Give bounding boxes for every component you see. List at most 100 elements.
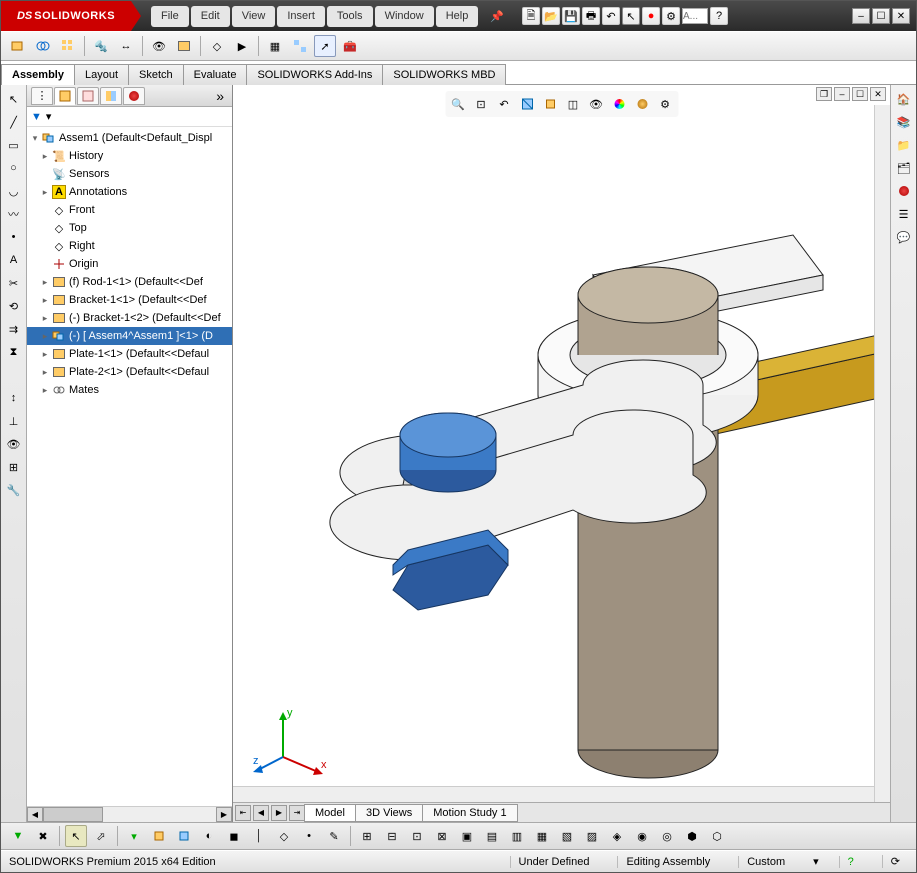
sketch-rect-icon[interactable]: ▭ <box>4 135 24 155</box>
menu-view[interactable]: View <box>232 6 276 27</box>
tree-node-annotations[interactable]: ▸AAnnotations <box>27 183 232 201</box>
menu-help[interactable]: Help <box>436 6 479 27</box>
tab-mbd[interactable]: SOLIDWORKS MBD <box>382 64 506 85</box>
filter-icon[interactable]: ▼ <box>31 111 42 123</box>
scroll-left-icon[interactable]: ◀ <box>27 807 43 822</box>
dimension-icon[interactable]: ↕ <box>4 388 24 408</box>
close-button[interactable]: ✕ <box>892 8 910 24</box>
filter-faces-icon[interactable] <box>173 825 195 847</box>
sketch-text-icon[interactable]: A <box>4 250 24 270</box>
filter-edges-icon[interactable] <box>148 825 170 847</box>
search-input[interactable] <box>682 8 708 24</box>
view-settings-icon[interactable]: ⚙ <box>655 94 675 114</box>
select-arrow-alt-icon[interactable]: ⬀ <box>90 825 112 847</box>
filter-misc6-icon[interactable]: ▤ <box>481 825 503 847</box>
save-icon[interactable]: 💾 <box>562 7 580 25</box>
tree-node-plate2[interactable]: ▸Plate-2<1> (Default<<Defaul <box>27 363 232 381</box>
tab-layout[interactable]: Layout <box>74 64 129 85</box>
status-help-icon[interactable]: ? <box>839 856 862 868</box>
view-palette-icon[interactable]: 🗂 <box>894 158 914 178</box>
resources-tab-icon[interactable]: 🏠 <box>894 89 914 109</box>
tree-node-mates[interactable]: ▸Mates <box>27 381 232 399</box>
convert-entities-icon[interactable]: ⟲ <box>4 296 24 316</box>
property-manager-tab-icon[interactable] <box>77 87 99 105</box>
reference-geometry-icon[interactable]: ◇ <box>206 35 228 57</box>
filter-misc4-icon[interactable]: ⊠ <box>431 825 453 847</box>
maximize-button[interactable]: ☐ <box>872 8 890 24</box>
section-view-icon[interactable] <box>517 94 537 114</box>
help-icon[interactable]: ? <box>710 7 728 25</box>
filter-point-icon[interactable]: • <box>298 825 320 847</box>
tree-node-top-plane[interactable]: ◇Top <box>27 219 232 237</box>
scroll-right-icon[interactable]: ▶ <box>216 807 232 822</box>
status-unit-system[interactable]: Custom <box>738 856 793 868</box>
mate-icon[interactable] <box>32 35 54 57</box>
design-library-icon[interactable]: 📚 <box>894 112 914 132</box>
view-orientation-icon[interactable] <box>540 94 560 114</box>
smart-fasteners-icon[interactable]: 🔩 <box>90 35 112 57</box>
tab-sketch[interactable]: Sketch <box>128 64 184 85</box>
filter-solid-icon[interactable]: ◼ <box>223 825 245 847</box>
filter-sketch-icon[interactable]: ✎ <box>323 825 345 847</box>
new-document-icon[interactable]: 🗎 <box>522 7 540 25</box>
file-explorer-icon[interactable]: 📁 <box>894 135 914 155</box>
menu-pin-icon[interactable]: 📌 <box>480 6 514 27</box>
tab-evaluate[interactable]: Evaluate <box>183 64 248 85</box>
filter-misc14-icon[interactable]: ⬢ <box>681 825 703 847</box>
linear-pattern-icon[interactable] <box>57 35 79 57</box>
bom-icon[interactable]: ▦ <box>264 35 286 57</box>
tree-node-subassembly[interactable]: ▸(-) [ Assem4^Assem1 ]<1> (D <box>27 327 232 345</box>
doc-tab-motion[interactable]: Motion Study 1 <box>422 804 517 822</box>
relation-icon[interactable]: ⊥ <box>4 411 24 431</box>
select-arrow-icon[interactable]: ↖ <box>65 825 87 847</box>
instant3d-icon[interactable]: ➚ <box>314 35 336 57</box>
doc-restore-icon[interactable]: ❐ <box>816 87 832 101</box>
appearances-icon[interactable] <box>894 181 914 201</box>
status-dropdown-icon[interactable]: ▾ <box>813 855 819 868</box>
new-motion-study-icon[interactable]: ▶ <box>231 35 253 57</box>
edit-appearance-icon[interactable] <box>609 94 629 114</box>
display-relations-icon[interactable]: 👁 <box>4 434 24 454</box>
sketch-point-icon[interactable]: • <box>4 227 24 247</box>
exploded-view-icon[interactable] <box>289 35 311 57</box>
tree-node-bracket1[interactable]: ▸Bracket-1<1> (Default<<Def <box>27 291 232 309</box>
tree-node-origin[interactable]: Origin <box>27 255 232 273</box>
options-icon[interactable]: ⚙ <box>662 7 680 25</box>
tree-node-right-plane[interactable]: ◇Right <box>27 237 232 255</box>
filter-misc12-icon[interactable]: ◉ <box>631 825 653 847</box>
collapse-panel-icon[interactable]: » <box>216 88 228 104</box>
tab-nav-next-icon[interactable]: ▶ <box>271 805 287 821</box>
rebuild-icon[interactable]: ● <box>642 7 660 25</box>
undo-icon[interactable]: ↶ <box>602 7 620 25</box>
config-manager-tab-icon[interactable] <box>100 87 122 105</box>
move-component-icon[interactable]: ↔ <box>115 35 137 57</box>
assembly-features-icon[interactable] <box>173 35 195 57</box>
filter-dropdown-icon[interactable]: ▾ <box>46 110 52 123</box>
sketch-spline-icon[interactable]: 〰 <box>4 204 24 224</box>
filter-misc3-icon[interactable]: ⊡ <box>406 825 428 847</box>
open-document-icon[interactable]: 📂 <box>542 7 560 25</box>
tab-nav-first-icon[interactable]: ⇤ <box>235 805 251 821</box>
doc-maximize-icon[interactable]: ☐ <box>852 87 868 101</box>
doc-tab-3dviews[interactable]: 3D Views <box>355 804 423 822</box>
doc-close-icon[interactable]: ✕ <box>870 87 886 101</box>
filter-axis-icon[interactable]: │ <box>248 825 270 847</box>
tree-node-rod[interactable]: ▸(f) Rod-1<1> (Default<<Def <box>27 273 232 291</box>
status-rebuild-icon[interactable]: ⟳ <box>882 855 908 868</box>
insert-components-icon[interactable] <box>7 35 29 57</box>
repair-sketch-icon[interactable]: 🔧 <box>4 480 24 500</box>
viewport-vscrollbar[interactable] <box>874 105 890 802</box>
filter-misc7-icon[interactable]: ▥ <box>506 825 528 847</box>
tree-node-bracket2[interactable]: ▸(-) Bracket-1<2> (Default<<Def <box>27 309 232 327</box>
sketch-arc-icon[interactable]: ◡ <box>4 181 24 201</box>
feature-panel-handle-icon[interactable]: ⋮ <box>31 87 53 105</box>
menu-insert[interactable]: Insert <box>277 6 325 27</box>
menu-window[interactable]: Window <box>375 6 434 27</box>
doc-minimize-icon[interactable]: – <box>834 87 850 101</box>
menu-tools[interactable]: Tools <box>327 6 373 27</box>
filter-vertices-icon[interactable]: ▾ <box>123 825 145 847</box>
select-icon[interactable]: ↖ <box>622 7 640 25</box>
view-triad[interactable]: y x z <box>253 702 333 782</box>
previous-view-icon[interactable]: ↶ <box>494 94 514 114</box>
doc-tab-model[interactable]: Model <box>304 804 356 822</box>
